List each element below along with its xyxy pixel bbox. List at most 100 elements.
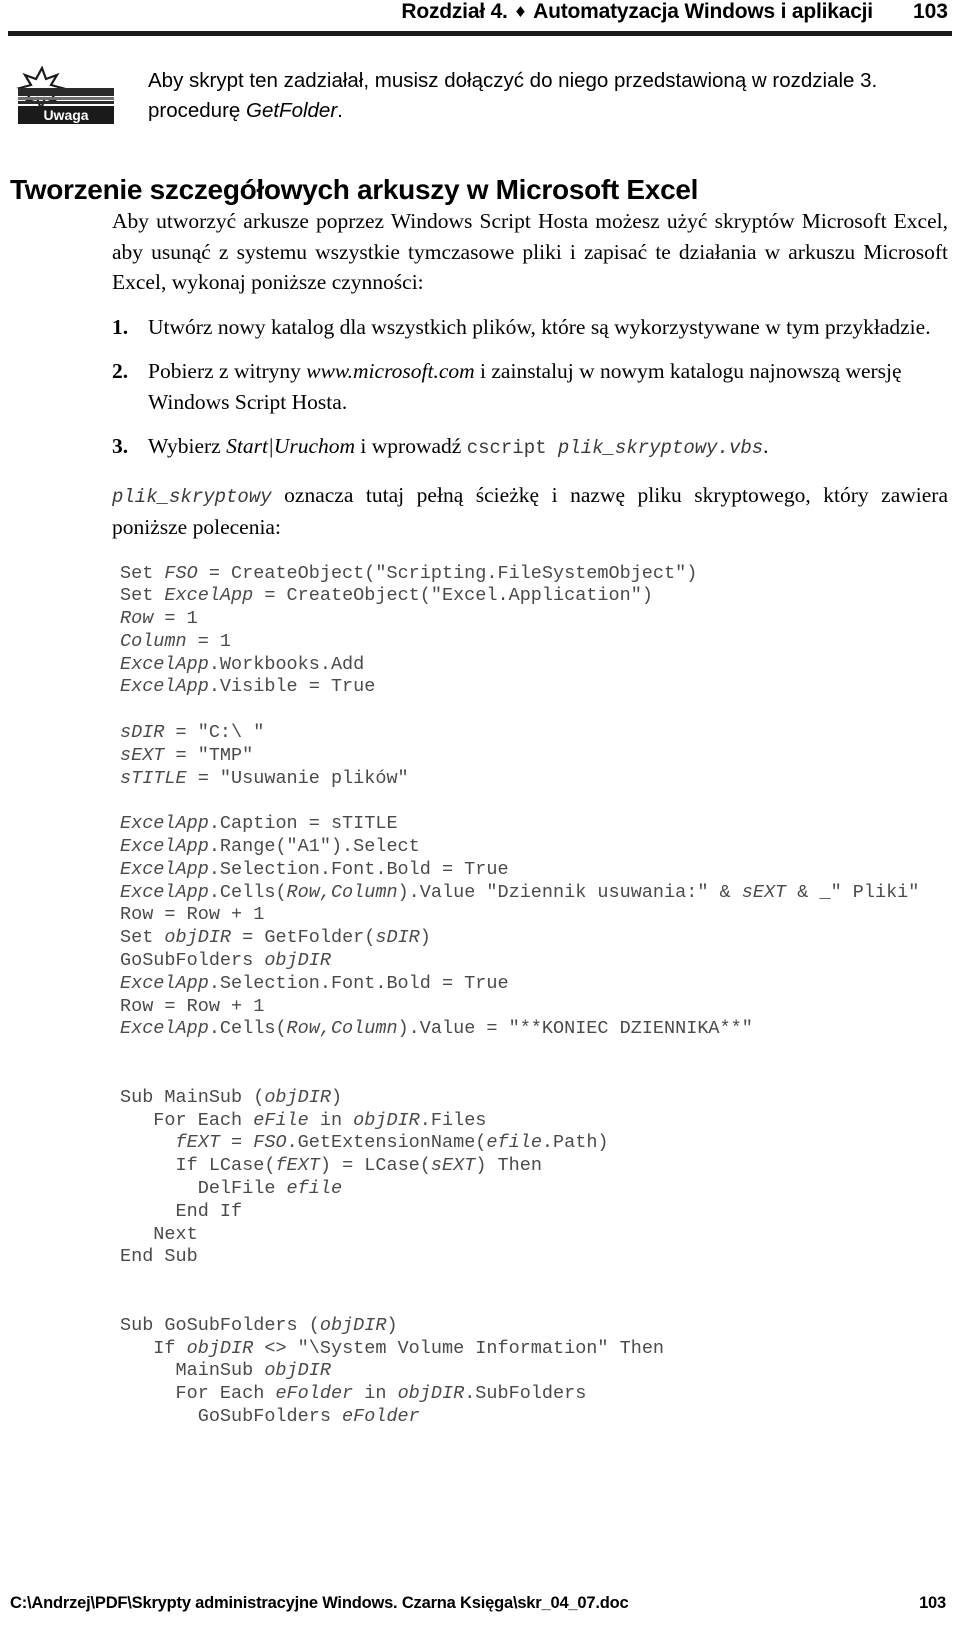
after-list-paragraph: plik_skryptowy oznacza tutaj pełną ścież… [112, 480, 948, 543]
code-line: DelFile efile [120, 1178, 950, 1201]
code-line: ExcelApp.Caption = sTITLE [120, 813, 950, 836]
step-code: cscript [466, 437, 558, 459]
code-token: DelFile [120, 1178, 287, 1200]
code-token: in [308, 1109, 354, 1131]
code-identifier: ExcelApp [120, 972, 209, 994]
step-text: Wybierz [148, 434, 227, 458]
note-line-2-prefix: procedurę [148, 99, 247, 122]
running-head-title: Automatyzacja Windows i aplikacji [533, 0, 873, 23]
code-identifier: sTITLE [120, 767, 187, 789]
code-token: .Workbooks.Add [208, 653, 365, 675]
intro-paragraph: Aby utworzyć arkusze poprzez Windows Scr… [112, 209, 948, 294]
step-text: Utwórz nowy katalog dla wszystkich plikó… [148, 314, 931, 339]
step-text: Pobierz z witryny [148, 359, 307, 383]
code-identifier: FSO [164, 562, 198, 584]
code-token: ) [419, 927, 431, 949]
code-token: = CreateObject("Excel.Application") [253, 585, 653, 607]
code-identifier: objDIR [164, 927, 232, 949]
code-identifier: sEXT [430, 1155, 476, 1177]
footer-inner: C:\Andrzej\PDF\Skrypty administracyjne W… [0, 1594, 960, 1613]
code-token: .Cells( [208, 1018, 287, 1040]
code-token: .Selection.Font.Bold = True [208, 972, 509, 994]
code-listing: Set FSO = CreateObject("Scripting.FileSy… [120, 563, 950, 1429]
step-code-placeholder: plik_skryptowy.vbs [557, 437, 764, 459]
code-token: Next [120, 1223, 198, 1245]
code-token: Sub GoSubFolders ( [120, 1314, 320, 1336]
code-identifier: objDIR [397, 1383, 465, 1405]
code-identifier: efile [486, 1132, 542, 1154]
code-identifier: fEXT [275, 1155, 320, 1177]
code-line: Sub MainSub (objDIR) [120, 1087, 950, 1110]
page-footer: C:\Andrzej\PDF\Skrypty administracyjne W… [0, 1594, 960, 1620]
code-token: For Each [120, 1383, 276, 1405]
code-line: Row = 1 [120, 608, 950, 631]
code-token: ) [386, 1314, 398, 1336]
code-identifier: efile [286, 1178, 343, 1200]
code-token: .Cells( [208, 881, 287, 903]
note-callout: Uwaga Aby skrypt ten zadziałał, musisz d… [0, 66, 960, 126]
code-token: = 1 [153, 608, 198, 630]
code-token: Row = Row + 1 [120, 904, 265, 926]
code-token: .GetExtensionName( [286, 1132, 487, 1154]
code-token: For Each [120, 1109, 254, 1131]
step-emphasis: www.microsoft.com [306, 359, 475, 383]
code-line: ExcelApp.Workbooks.Add [120, 654, 950, 677]
code-line: sTITLE = "Usuwanie plików" [120, 768, 950, 791]
uwaga-icon-label: Uwaga [43, 107, 88, 123]
code-identifier: Column [120, 630, 187, 652]
step-number: 3. [112, 434, 129, 458]
code-identifier: eFolder [342, 1405, 420, 1427]
code-line: sDIR = "C:\ " [120, 722, 950, 745]
code-identifier: objDIR [319, 1314, 387, 1336]
code-token: .Path) [541, 1132, 609, 1154]
code-identifier: ExcelApp [164, 585, 254, 607]
code-line: Set objDIR = GetFolder(sDIR) [120, 927, 950, 950]
code-token: = CreateObject("Scripting.FileSystemObje… [197, 562, 698, 584]
code-line: For Each eFile in objDIR.Files [120, 1110, 950, 1133]
uwaga-note-icon: Uwaga [12, 66, 120, 126]
diamond-icon: ♦ [513, 3, 528, 21]
code-identifier: ExcelApp [120, 1018, 209, 1040]
running-head: Rozdział 4. ♦ Automatyzacja Windows i ap… [0, 0, 960, 34]
page-header: Rozdział 4. ♦ Automatyzacja Windows i ap… [0, 0, 960, 36]
code-line: ExcelApp.Cells(Row,Column).Value = "**KO… [120, 1018, 950, 1041]
code-token: ) = LCase( [319, 1155, 431, 1177]
code-identifier: ExcelApp [120, 836, 209, 858]
code-token: ) [330, 1086, 343, 1108]
code-line: ExcelApp.Selection.Font.Bold = True [120, 973, 950, 996]
code-token: MainSub [120, 1360, 265, 1382]
code-token: Set [120, 927, 165, 949]
code-token: = 1 [186, 630, 232, 652]
note-line-1: Aby skrypt ten zadziałał, musisz dołączy… [148, 69, 878, 92]
code-token: If LCase( [120, 1155, 276, 1177]
code-token: in [353, 1383, 398, 1405]
note-line-2-suffix: . [337, 99, 343, 122]
code-line: Sub GoSubFolders (objDIR) [120, 1315, 950, 1338]
note-text: Aby skrypt ten zadziałał, musisz dołączy… [148, 66, 908, 126]
code-line: Set ExcelApp = CreateObject("Excel.Appli… [120, 585, 950, 608]
code-line: Next [120, 1224, 950, 1247]
code-token: End If [120, 1200, 243, 1222]
code-identifier: sDIR [120, 722, 165, 744]
footer-file-path: C:\Andrzej\PDF\Skrypty administracyjne W… [10, 1594, 629, 1612]
code-line: ExcelApp.Cells(Row,Column).Value "Dzienn… [120, 882, 950, 905]
code-identifier: objDIR [264, 1086, 331, 1108]
code-line: ExcelApp.Range("A1").Select [120, 836, 950, 859]
code-token: Set [120, 585, 165, 607]
step-number: 1. [112, 314, 129, 339]
code-line: If objDIR <> "\System Volume Information… [120, 1338, 950, 1361]
code-token: = "Usuwanie plików" [186, 767, 409, 789]
code-line: ExcelApp.Selection.Font.Bold = True [120, 859, 950, 882]
code-token: If [120, 1337, 187, 1359]
step-number: 2. [112, 359, 129, 383]
code-identifier: FSO [253, 1132, 287, 1154]
running-head-chapter: Rozdział 4. [401, 0, 508, 23]
section-heading: Tworzenie szczegółowych arkuszy w Micros… [10, 173, 699, 205]
code-identifier: Row [120, 608, 154, 630]
code-identifier: objDIR [264, 950, 331, 972]
code-identifier: objDIR [264, 1360, 331, 1382]
